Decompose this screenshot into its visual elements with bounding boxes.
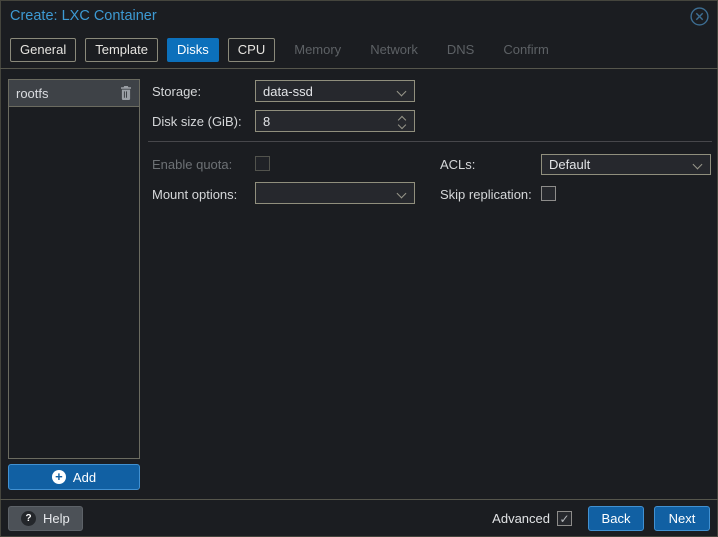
tab-network: Network xyxy=(360,38,428,62)
trash-icon[interactable] xyxy=(120,86,132,100)
spinner-buttons[interactable] xyxy=(397,114,407,130)
add-button[interactable]: + Add xyxy=(8,464,140,490)
list-item-label: rootfs xyxy=(16,86,120,101)
acls-select[interactable]: Default xyxy=(541,154,711,175)
footer-separator xyxy=(0,499,718,500)
check-icon: ✓ xyxy=(559,512,569,526)
tab-cpu[interactable]: CPU xyxy=(228,38,275,62)
chevron-down-icon xyxy=(397,189,407,199)
acls-label: ACLs: xyxy=(440,157,475,172)
tab-template[interactable]: Template xyxy=(85,38,158,62)
skip-replication-checkbox[interactable] xyxy=(541,186,556,201)
tab-memory: Memory xyxy=(284,38,351,62)
enable-quota-label: Enable quota: xyxy=(152,157,232,172)
disk-size-input[interactable] xyxy=(263,114,392,129)
plus-circle-icon: + xyxy=(52,470,66,484)
spinner-down-icon[interactable] xyxy=(398,121,406,129)
tab-disks[interactable]: Disks xyxy=(167,38,219,62)
form-section-separator xyxy=(148,141,712,142)
skip-replication-label: Skip replication: xyxy=(440,187,532,202)
mount-options-label: Mount options: xyxy=(152,187,237,202)
acls-value: Default xyxy=(549,157,590,172)
help-button-label: Help xyxy=(43,511,70,526)
disk-size-field xyxy=(255,110,415,132)
mount-options-select[interactable] xyxy=(255,182,415,204)
tab-dns: DNS xyxy=(437,38,484,62)
add-button-label: Add xyxy=(73,470,96,485)
mountpoint-list: rootfs xyxy=(8,79,140,459)
chevron-down-icon xyxy=(693,160,703,170)
chevron-down-icon xyxy=(397,87,407,97)
storage-select[interactable]: data-ssd xyxy=(255,80,415,102)
tabbar-separator xyxy=(0,68,718,69)
help-button[interactable]: ? Help xyxy=(8,506,83,531)
enable-quota-checkbox xyxy=(255,156,270,171)
tab-confirm: Confirm xyxy=(493,38,559,62)
wizard-tabs: General Template Disks CPU Memory Networ… xyxy=(10,38,559,62)
disk-size-label: Disk size (GiB): xyxy=(152,114,242,129)
next-button[interactable]: Next xyxy=(654,506,710,531)
advanced-label: Advanced xyxy=(492,511,550,526)
create-lxc-container-dialog: { "window": { "title": "Create: LXC Cont… xyxy=(0,0,718,537)
storage-label: Storage: xyxy=(152,84,201,99)
tab-general[interactable]: General xyxy=(10,38,76,62)
footer-actions: Advanced ✓ Back Next xyxy=(492,506,710,531)
question-circle-icon: ? xyxy=(21,511,36,526)
back-button[interactable]: Back xyxy=(588,506,644,531)
list-item-rootfs[interactable]: rootfs xyxy=(9,80,139,107)
advanced-checkbox[interactable]: ✓ xyxy=(557,511,572,526)
storage-value: data-ssd xyxy=(263,84,313,99)
dialog-title: Create: LXC Container xyxy=(10,8,157,24)
close-icon[interactable] xyxy=(690,7,709,26)
